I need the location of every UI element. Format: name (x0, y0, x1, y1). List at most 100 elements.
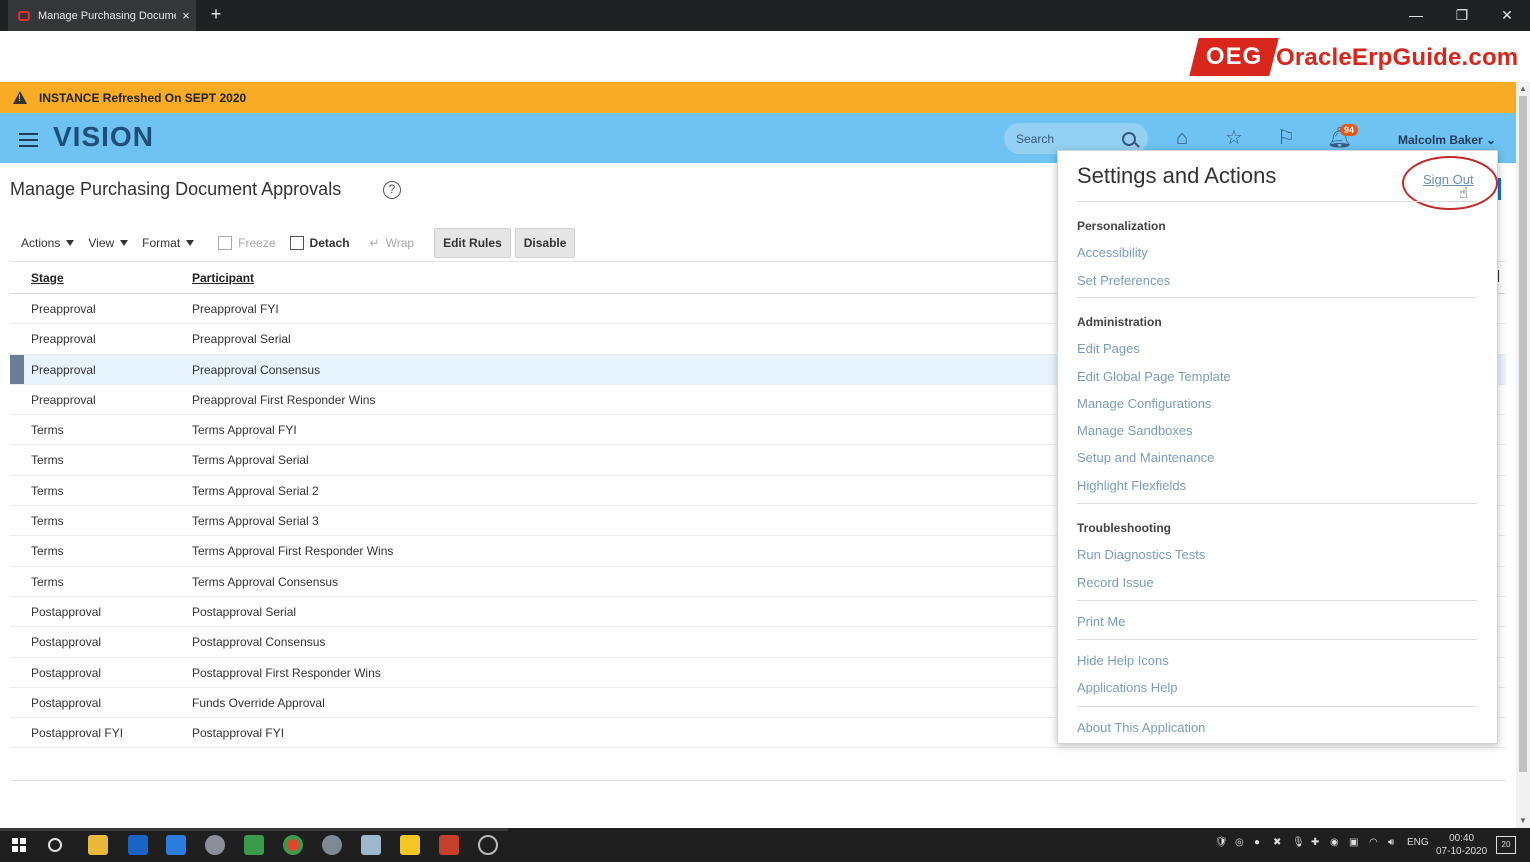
volume-icon[interactable]: 🔊︎ (1388, 837, 1394, 848)
stage-cell: Preapproval (31, 332, 96, 347)
format-menu[interactable]: Format (142, 236, 195, 250)
actions-label: Actions (21, 236, 61, 250)
manage-configurations-link[interactable]: Manage Configurations (1077, 396, 1211, 411)
microphone-icon[interactable]: 🎙︎ (1292, 837, 1305, 848)
manage-sandboxes-link[interactable]: Manage Sandboxes (1077, 423, 1193, 438)
record-issue-link[interactable]: Record Issue (1077, 575, 1154, 590)
home-icon[interactable]: ⌂ (1171, 127, 1193, 149)
tray-app-icon[interactable]: ✖ (1273, 837, 1281, 848)
participant-cell: Postapproval Serial (192, 604, 297, 619)
app-icon[interactable] (205, 835, 225, 855)
restore-button[interactable]: ❐ (1439, 0, 1485, 31)
tray-network-globe-icon[interactable]: ◉ (1330, 837, 1339, 848)
tray-chrome-icon[interactable]: ● (1254, 837, 1260, 848)
tray-shield-icon[interactable]: 🛡︎ (1215, 837, 1228, 848)
notification-count-badge: 94 (1340, 124, 1359, 136)
browser-tab-title: Manage Purchasing Document A (38, 9, 176, 22)
wrap-icon: ↵ (369, 236, 380, 250)
participant-cell: Postapproval FYI (192, 726, 285, 741)
participant-cell: Terms Approval Serial 2 (192, 483, 319, 498)
tray-device-icon[interactable]: ▣ (1349, 837, 1358, 848)
participant-cell: Preapproval Consensus (192, 362, 321, 377)
stage-cell: Postapproval FYI (31, 726, 124, 741)
edit-global-page-template-link[interactable]: Edit Global Page Template (1077, 369, 1231, 384)
mail-icon[interactable] (166, 835, 186, 855)
view-menu[interactable]: View (88, 236, 129, 250)
print-me-link[interactable]: Print Me (1077, 614, 1125, 629)
taskbar-clock[interactable]: 00:40 07-10-2020 (1436, 832, 1487, 858)
new-tab-button[interactable]: + (206, 4, 226, 24)
wrap-button[interactable]: ↵ Wrap (370, 236, 415, 250)
minimize-button[interactable]: — (1393, 0, 1439, 31)
divider (1077, 503, 1477, 504)
participant-cell: Terms Approval First Responder Wins (192, 544, 394, 559)
wifi-icon[interactable]: ◠ (1369, 837, 1378, 848)
notepad-icon[interactable] (244, 835, 264, 855)
clock-date: 07-10-2020 (1436, 846, 1488, 857)
column-header-stage[interactable]: Stage (31, 271, 64, 285)
divider (1077, 600, 1477, 601)
oeg-logo: OEG (1189, 38, 1279, 76)
accessibility-link[interactable]: Accessibility (1077, 245, 1148, 260)
action-center-icon[interactable]: 20 (1496, 836, 1516, 854)
scroll-up-arrow-icon[interactable]: ▲ (1519, 84, 1527, 93)
powerpoint-icon[interactable] (439, 835, 459, 855)
applications-help-link[interactable]: Applications Help (1077, 680, 1177, 695)
participant-cell: Terms Approval Consensus (192, 574, 339, 589)
set-preferences-link[interactable]: Set Preferences (1077, 273, 1170, 288)
divider (1077, 639, 1477, 640)
stage-cell: Postapproval (31, 695, 102, 710)
detach-button[interactable]: Detach (289, 236, 350, 250)
participant-cell: Postapproval Consensus (192, 635, 326, 650)
close-window-button[interactable]: ✕ (1484, 0, 1530, 31)
participant-cell: Preapproval FYI (192, 302, 279, 316)
menu-icon[interactable] (19, 133, 38, 147)
participant-cell: Terms Approval Serial (192, 453, 309, 468)
snipping-tool-icon[interactable] (322, 835, 342, 855)
section-administration: Administration (1077, 315, 1162, 329)
favorites-star-icon[interactable]: ☆ (1223, 127, 1245, 149)
about-this-application-link[interactable]: About This Application (1077, 720, 1205, 735)
hide-help-icons-link[interactable]: Hide Help Icons (1077, 653, 1169, 668)
participant-cell: Terms Approval FYI (192, 423, 297, 438)
edit-pages-link[interactable]: Edit Pages (1077, 341, 1140, 356)
disable-button[interactable]: Disable (514, 228, 576, 258)
hand-pointer-cursor-icon: ☝︎ (1459, 185, 1469, 202)
browser-tab[interactable]: Manage Purchasing Document A × (8, 0, 196, 31)
page-scrollbar[interactable]: ▲ ▼ (1516, 82, 1530, 828)
edit-rules-button[interactable]: Edit Rules (434, 228, 511, 258)
oeg-logo-text: OEG (1205, 43, 1263, 70)
run-diagnostics-tests-link[interactable]: Run Diagnostics Tests (1077, 547, 1205, 562)
scroll-down-arrow-icon[interactable]: ▼ (1519, 816, 1527, 825)
tray-app-icon[interactable]: ◎ (1235, 837, 1244, 848)
language-indicator[interactable]: ENG (1407, 837, 1429, 848)
search-icon[interactable] (48, 838, 62, 852)
format-label: Format (142, 236, 181, 250)
search-placeholder: Search (1016, 131, 1055, 146)
tray-app-icon[interactable]: ✚ (1311, 837, 1319, 848)
user-menu[interactable]: Malcolm Baker ⌄ (1398, 133, 1496, 147)
tab-close-icon[interactable]: × (176, 8, 196, 23)
sticky-notes-icon[interactable] (400, 835, 420, 855)
windows-start-icon[interactable] (12, 838, 26, 852)
chrome-icon[interactable] (283, 835, 303, 855)
setup-and-maintenance-link[interactable]: Setup and Maintenance (1077, 450, 1214, 465)
app-icon[interactable] (478, 835, 498, 855)
instance-banner: INSTANCE Refreshed On SEPT 2020 (0, 82, 1516, 113)
actions-menu[interactable]: Actions (21, 236, 75, 250)
divider (1077, 201, 1477, 202)
watchlist-flag-icon[interactable]: ⚐ (1275, 127, 1297, 149)
file-explorer-icon[interactable] (88, 835, 108, 855)
scrollbar-thumb[interactable] (1519, 96, 1527, 772)
highlight-flexfields-link[interactable]: Highlight Flexfields (1077, 478, 1186, 493)
freeze-button[interactable]: Freeze (218, 236, 276, 250)
wrap-label: Wrap (385, 236, 415, 250)
participant-cell: Funds Override Approval (192, 695, 325, 710)
app-icon[interactable] (361, 835, 381, 855)
vision-logo[interactable]: VISION (53, 121, 154, 153)
warning-icon (13, 91, 27, 104)
help-icon[interactable]: ? (383, 181, 401, 199)
column-header-participant[interactable]: Participant (192, 271, 254, 285)
outlook-icon[interactable] (128, 835, 148, 855)
search-icon[interactable] (1122, 131, 1136, 146)
